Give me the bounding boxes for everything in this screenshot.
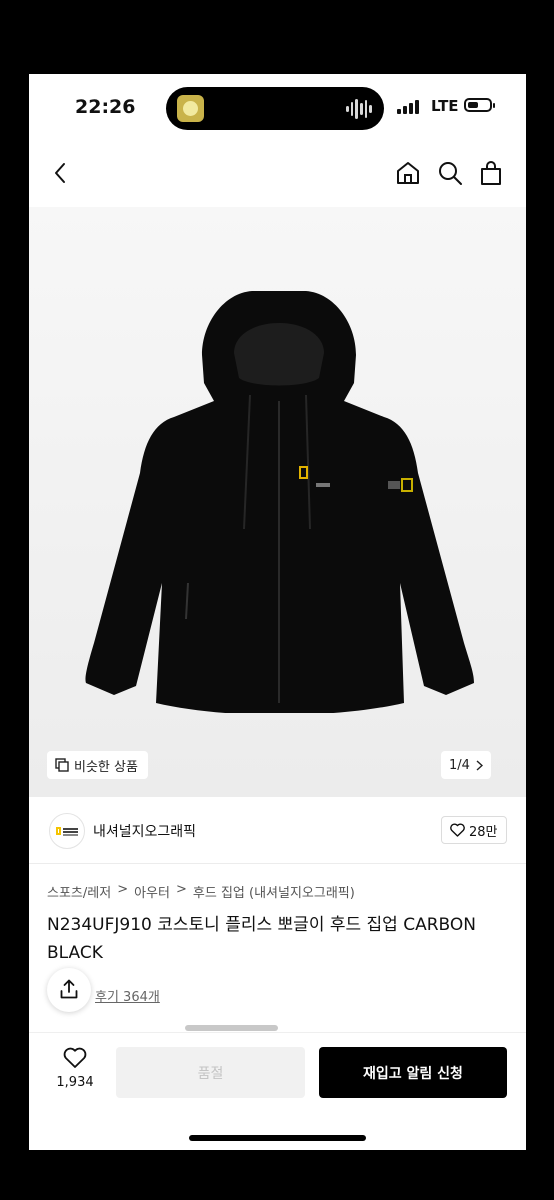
- breadcrumb-item[interactable]: 스포츠/레저: [47, 882, 111, 901]
- back-icon[interactable]: [53, 162, 67, 184]
- signal-icon: [397, 100, 419, 114]
- share-button[interactable]: [47, 968, 91, 1012]
- battery-icon: [464, 98, 495, 112]
- home-icon[interactable]: [395, 160, 421, 186]
- breadcrumb-item[interactable]: 아우터: [134, 882, 170, 901]
- breadcrumb: 스포츠/레저 > 아우터 > 후드 집업 (내셔널지오그래픽): [47, 882, 355, 901]
- product-image-gallery[interactable]: 비슷한 상품 1/4: [29, 207, 526, 797]
- similar-products-label: 비슷한 상품: [74, 759, 138, 775]
- breadcrumb-separator: >: [117, 882, 129, 897]
- chevron-right-icon: [476, 759, 483, 771]
- brand-like-button[interactable]: 28만: [441, 816, 507, 844]
- search-icon[interactable]: [437, 160, 463, 186]
- now-playing-app-icon: [177, 95, 204, 122]
- dynamic-island: [166, 87, 384, 130]
- heart-icon: [450, 823, 465, 837]
- phone-screen: 22:26 LTE 비슷한 상품 1/4 내셔널지오그래픽 28만 스포츠/레저…: [29, 74, 526, 1150]
- image-page-indicator: 1/4: [449, 757, 470, 773]
- top-nav: [29, 154, 526, 194]
- heart-icon: [63, 1047, 87, 1068]
- image-pager[interactable]: 1/4: [441, 751, 491, 779]
- home-indicator[interactable]: [189, 1135, 366, 1141]
- audio-wave-icon: [346, 99, 373, 119]
- breadcrumb-item[interactable]: 후드 집업 (내셔널지오그래픽): [193, 882, 355, 901]
- share-icon: [60, 979, 78, 999]
- product-title: N234UFJ910 코스토니 플리스 뽀글이 후드 집업 CARBON BLA…: [47, 915, 477, 963]
- brand-logo[interactable]: [49, 813, 85, 849]
- restock-alert-button[interactable]: 재입고 알림 신청: [319, 1047, 507, 1098]
- brand-name[interactable]: 내셔널지오그래픽: [93, 821, 196, 841]
- product-image-jacket: [85, 291, 474, 713]
- soldout-button: 품절: [116, 1047, 305, 1098]
- brand-like-count: 28만: [469, 824, 498, 840]
- reviews-link[interactable]: 후기 364개: [95, 986, 160, 1005]
- wishlist-button[interactable]: 1,934: [51, 1047, 99, 1090]
- similar-products-icon: [55, 758, 69, 772]
- sheet-handle[interactable]: [185, 1025, 278, 1031]
- network-type: LTE: [431, 97, 459, 115]
- wishlist-count: 1,934: [56, 1075, 94, 1090]
- breadcrumb-separator: >: [175, 882, 187, 897]
- status-time: 22:26: [75, 96, 136, 118]
- status-bar: 22:26 LTE: [29, 74, 526, 140]
- shopping-bag-icon[interactable]: [479, 160, 503, 186]
- brand-row[interactable]: 내셔널지오그래픽 28만: [29, 797, 526, 864]
- similar-products-button[interactable]: 비슷한 상품: [47, 751, 148, 779]
- bottom-purchase-bar: 1,934 품절 재입고 알림 신청: [29, 1032, 526, 1150]
